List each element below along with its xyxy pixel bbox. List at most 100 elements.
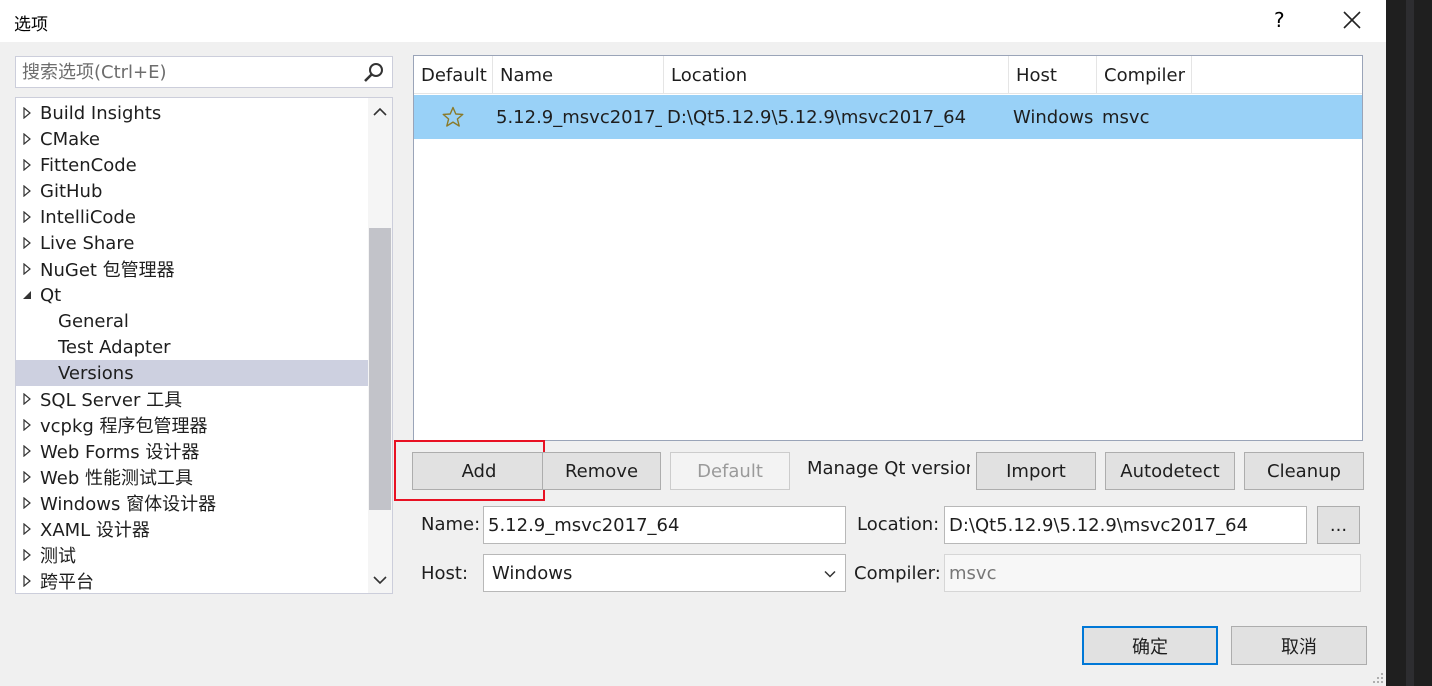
tree-item-label: General (58, 310, 129, 332)
search-icon[interactable] (362, 61, 386, 85)
cell-host: Windows (1013, 106, 1094, 128)
location-input[interactable] (949, 513, 1302, 537)
cell-name: 5.12.9_msvc2017_64 (496, 106, 662, 128)
title-bar: 选项 ? (0, 0, 1386, 42)
help-button[interactable]: ? (1274, 8, 1285, 32)
tree-item-label: GitHub (40, 180, 103, 202)
scroll-down-icon[interactable] (370, 570, 390, 590)
tree-item-label: CMake (40, 128, 100, 150)
browse-button[interactable]: ... (1317, 506, 1360, 544)
expand-arrow-icon[interactable] (16, 568, 38, 593)
tree-item-label: Build Insights (40, 102, 162, 124)
location-label: Location: (857, 514, 940, 535)
autodetect-button[interactable]: Autodetect (1105, 452, 1235, 490)
cleanup-button[interactable]: Cleanup (1244, 452, 1364, 490)
tree-item-live-share[interactable]: Live Share (16, 230, 368, 256)
tree-item-web-forms[interactable]: Web Forms 设计器 (16, 438, 368, 464)
search-input[interactable] (22, 60, 352, 84)
tree-item-label: SQL Server 工具 (40, 390, 183, 411)
editor-background (1386, 0, 1432, 686)
tree-item-label: Test Adapter (58, 336, 171, 358)
location-field[interactable] (944, 506, 1307, 544)
tree-item-label: vcpkg 程序包管理器 (40, 416, 208, 437)
add-button[interactable]: Add (412, 452, 546, 490)
expand-arrow-icon[interactable] (16, 412, 38, 438)
host-select[interactable]: Windows (483, 554, 846, 592)
tree-item-cmake[interactable]: CMake (16, 126, 368, 152)
expand-arrow-icon[interactable] (16, 126, 38, 152)
tree-item-versions[interactable]: Versions (16, 360, 368, 386)
tree-item-item-18[interactable]: 跨平台 (16, 568, 368, 593)
qt-versions-grid: Default Name Location Host Compiler 5.12… (413, 55, 1363, 441)
tree-item-label: Live Share (40, 232, 135, 254)
scroll-up-icon[interactable] (370, 102, 390, 122)
tree-item-label: Web Forms 设计器 (40, 442, 200, 463)
tree-scrollbar[interactable] (368, 98, 392, 593)
ok-button[interactable]: 确定 (1082, 626, 1218, 665)
tree-item-label: XAML 设计器 (40, 520, 150, 541)
expand-arrow-icon[interactable] (16, 386, 38, 412)
tree-item-github[interactable]: GitHub (16, 178, 368, 204)
default-button[interactable]: Default (670, 452, 790, 490)
expand-arrow-icon[interactable] (16, 438, 38, 464)
remove-button[interactable]: Remove (542, 452, 661, 490)
tree-item-sql-server[interactable]: SQL Server 工具 (16, 386, 368, 412)
resize-grip-icon[interactable] (1372, 672, 1384, 684)
host-label: Host: (421, 563, 469, 584)
tree-item-label: 跨平台 (40, 572, 94, 593)
tree-item-label: Windows 窗体设计器 (40, 494, 217, 515)
import-button[interactable]: Import (976, 452, 1096, 490)
tree-item-general[interactable]: General (16, 308, 368, 334)
name-input[interactable] (488, 513, 841, 537)
close-icon[interactable] (1338, 6, 1366, 34)
column-header-compiler[interactable]: Compiler (1097, 56, 1192, 94)
column-header-host[interactable]: Host (1009, 56, 1097, 94)
host-select-value: Windows (492, 562, 573, 584)
cell-compiler: msvc (1102, 106, 1150, 128)
tree-item-label: 测试 (40, 546, 76, 567)
expand-arrow-icon[interactable] (16, 464, 38, 490)
tree-item-label: IntelliCode (40, 206, 136, 228)
tree-item-build-insights[interactable]: Build Insights (16, 100, 368, 126)
chevron-down-icon (824, 570, 836, 578)
scroll-thumb[interactable] (369, 228, 391, 510)
tree-item-web[interactable]: Web 性能测试工具 (16, 464, 368, 490)
compiler-field (944, 554, 1361, 592)
expand-arrow-icon[interactable] (16, 230, 38, 256)
tree-item-qt[interactable]: Qt (16, 282, 368, 308)
tree-item-label: NuGet 包管理器 (40, 260, 175, 281)
tree-item-label: Versions (58, 362, 134, 384)
column-header-location[interactable]: Location (664, 56, 1009, 94)
search-box (15, 56, 393, 88)
tree-item-test-adapter[interactable]: Test Adapter (16, 334, 368, 360)
tree-item-item-17[interactable]: 测试 (16, 542, 368, 568)
expand-arrow-icon[interactable] (16, 490, 38, 516)
dialog-title: 选项 (14, 15, 48, 35)
tree-item-xaml[interactable]: XAML 设计器 (16, 516, 368, 542)
expand-arrow-icon[interactable] (16, 178, 38, 204)
expand-arrow-icon[interactable] (16, 204, 38, 230)
name-label: Name: (421, 514, 481, 535)
cancel-button[interactable]: 取消 (1231, 626, 1367, 665)
column-header-default[interactable]: Default (414, 56, 493, 94)
tree-item-vcpkg[interactable]: vcpkg 程序包管理器 (16, 412, 368, 438)
tree-item-label: Qt (40, 284, 62, 306)
tree-item-intellicode[interactable]: IntelliCode (16, 204, 368, 230)
expand-arrow-icon[interactable] (16, 542, 38, 568)
collapse-arrow-icon[interactable] (16, 282, 38, 308)
expand-arrow-icon[interactable] (16, 100, 38, 126)
expand-arrow-icon[interactable] (16, 152, 38, 178)
star-icon[interactable] (442, 106, 464, 128)
options-dialog: 选项 ? Build Insights CMake FittenCode GitHub… (0, 0, 1386, 686)
table-row[interactable]: 5.12.9_msvc2017_64 D:\Qt5.12.9\5.12.9\ms… (414, 95, 1362, 139)
expand-arrow-icon[interactable] (16, 256, 38, 282)
name-field[interactable] (483, 506, 846, 544)
expand-arrow-icon[interactable] (16, 516, 38, 542)
cell-location: D:\Qt5.12.9\5.12.9\msvc2017_64 (667, 106, 967, 128)
column-header-name[interactable]: Name (493, 56, 664, 94)
tree-item-label: Web 性能测试工具 (40, 468, 193, 489)
tree-item-fittencode[interactable]: FittenCode (16, 152, 368, 178)
tree-item-nuget[interactable]: NuGet 包管理器 (16, 256, 368, 282)
tree-item-windows[interactable]: Windows 窗体设计器 (16, 490, 368, 516)
